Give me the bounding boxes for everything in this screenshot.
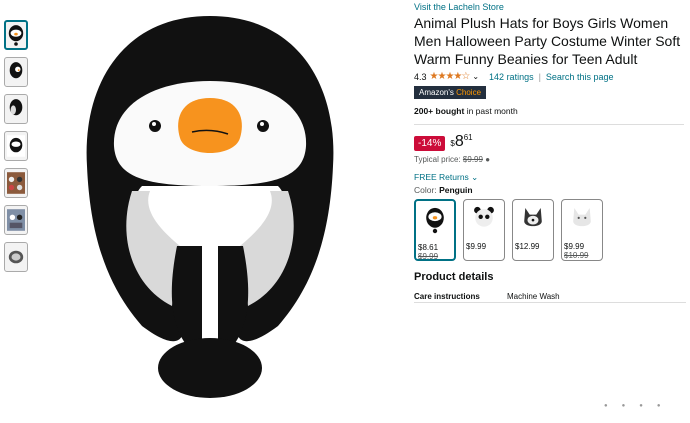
color-label: Color: (414, 185, 437, 195)
rating-row: 4.3 ★★★★☆ ⌄ 142 ratings | Search this pa… (414, 71, 690, 82)
price-row: -14% $861 (414, 133, 690, 151)
chevron-down-icon: ⌄ (471, 172, 479, 182)
thumbnail-hat-folded[interactable] (4, 242, 28, 272)
badge-choice: Choice (456, 88, 482, 97)
typical-price-value: $9.99 (462, 155, 483, 164)
thumbnail-penguin-side[interactable] (4, 57, 28, 87)
swatch-price: $9.99 (466, 242, 487, 251)
penguin-hat-icon (418, 203, 452, 237)
typical-price-label: Typical price: (414, 155, 461, 164)
divider (414, 302, 686, 303)
bought-period: in past month (466, 106, 518, 116)
swatch-old-price: $10.99 (564, 251, 589, 260)
price-fraction: 61 (463, 133, 473, 142)
swatch-husky[interactable]: $12.99 (512, 199, 554, 261)
main-product-image[interactable] (32, 6, 388, 410)
swatch-panda[interactable]: $9.99 (463, 199, 505, 261)
price: $861 (450, 133, 472, 151)
swatch-price: $8.61 (418, 243, 439, 252)
swatch-penguin[interactable]: $8.61 $9.99 (414, 199, 456, 261)
color-selector-label: Color: Penguin (414, 185, 690, 195)
store-link[interactable]: Visit the Lacheln Store (414, 2, 690, 12)
discount-badge: -14% (414, 136, 446, 151)
info-icon[interactable]: ● (485, 155, 490, 164)
star-rating-icon[interactable]: ★★★★☆ (430, 71, 471, 82)
color-swatches: $8.61 $9.99 $9.99 $12.99 $9.99 $10.99 (414, 199, 690, 261)
bought-count: 200+ bought (414, 106, 465, 116)
ratings-count-link[interactable]: 142 ratings (489, 72, 534, 82)
panda-hat-icon (466, 202, 502, 236)
amazons-choice-badge: Amazon's Choice (414, 86, 487, 99)
care-instructions-row: Care instructions Machine Wash (414, 292, 690, 301)
white-dog-hat-icon (564, 202, 600, 236)
chevron-down-icon[interactable]: ⌄ (472, 72, 479, 81)
price-whole: 8 (454, 133, 464, 150)
thumbnail-penguin-back[interactable] (4, 94, 28, 124)
divider (414, 124, 684, 125)
swatch-old-price: $9.99 (418, 252, 439, 261)
swatch-price: $12.99 (515, 242, 540, 251)
free-returns-label: FREE Returns (414, 172, 469, 182)
typical-price: Typical price: $9.99 ● (414, 155, 690, 164)
color-value: Penguin (439, 185, 473, 195)
thumbnail-group-photo[interactable] (4, 168, 28, 198)
husky-hat-icon (515, 202, 551, 236)
bought-info: 200+ bought in past month (414, 106, 690, 116)
free-returns-link[interactable]: FREE Returns ⌄ (414, 172, 690, 183)
thumbnail-penguin-front[interactable] (4, 20, 28, 50)
thumbnail-list (4, 20, 30, 279)
badge-amazons: Amazon's (419, 88, 454, 97)
care-instructions-key: Care instructions (414, 292, 480, 301)
separator: | (538, 71, 541, 82)
carousel-dots: ●●●● (604, 403, 675, 409)
swatch-white-dog[interactable]: $9.99 $10.99 (561, 199, 603, 261)
search-page-link[interactable]: Search this page (546, 72, 614, 82)
product-title: Animal Plush Hats for Boys Girls Women M… (414, 15, 681, 67)
care-instructions-value: Machine Wash (507, 292, 560, 301)
thumbnail-penguin-worn[interactable] (4, 131, 28, 161)
swatch-price: $9.99 (564, 242, 585, 251)
thumbnail-group-photo-2[interactable] (4, 205, 28, 235)
product-detail-panel: Visit the Lacheln Store Animal Plush Hat… (414, 0, 690, 301)
rating-value: 4.3 (414, 71, 427, 82)
product-details-heading: Product details (414, 271, 494, 283)
